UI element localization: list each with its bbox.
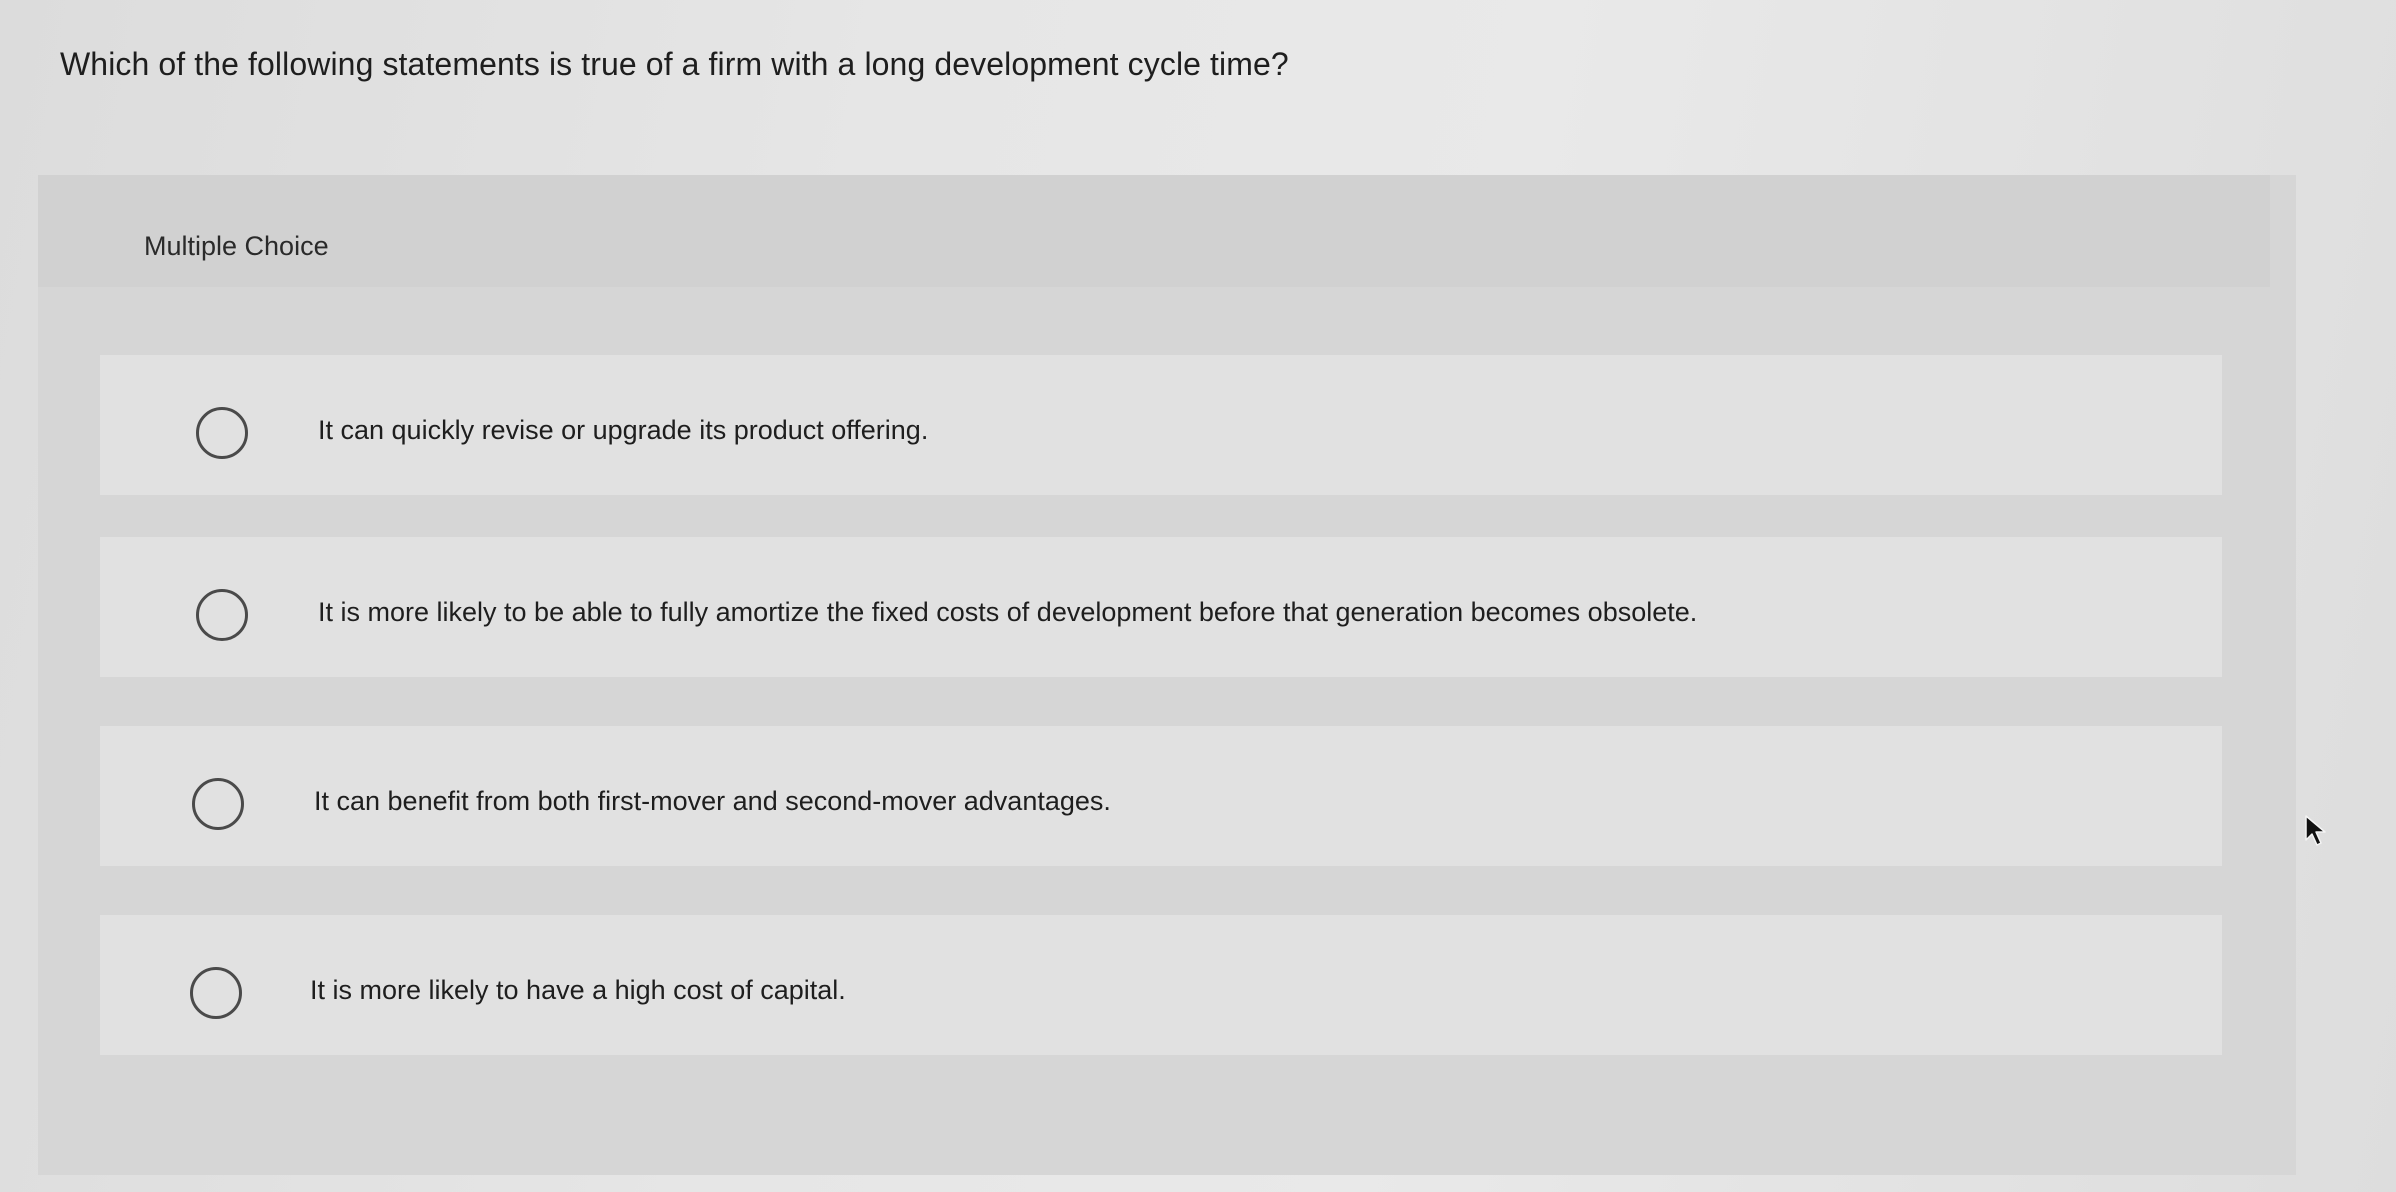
- radio-unselected-icon[interactable]: [192, 778, 244, 830]
- answer-option-4[interactable]: It is more likely to have a high cost of…: [100, 915, 2222, 1055]
- answer-option-label: It is more likely to be able to fully am…: [318, 597, 1698, 627]
- radio-unselected-icon[interactable]: [190, 967, 242, 1019]
- panel-header: Multiple Choice: [38, 175, 2270, 287]
- answer-option-label: It can quickly revise or upgrade its pro…: [318, 415, 929, 445]
- answer-option-label: It is more likely to have a high cost of…: [310, 975, 846, 1005]
- question-text: Which of the following statements is tru…: [60, 46, 1289, 82]
- answer-option-label: It can benefit from both first-mover and…: [314, 786, 1111, 816]
- multiple-choice-panel: Multiple Choice It can quickly revise or…: [38, 175, 2296, 1175]
- radio-unselected-icon[interactable]: [196, 589, 248, 641]
- radio-unselected-icon[interactable]: [196, 407, 248, 459]
- answer-option-1[interactable]: It can quickly revise or upgrade its pro…: [100, 355, 2222, 495]
- mouse-pointer-icon: [2305, 815, 2326, 846]
- answer-option-3[interactable]: It can benefit from both first-mover and…: [100, 726, 2222, 866]
- panel-title: Multiple Choice: [144, 231, 329, 261]
- answer-option-2[interactable]: It is more likely to be able to fully am…: [100, 537, 2222, 677]
